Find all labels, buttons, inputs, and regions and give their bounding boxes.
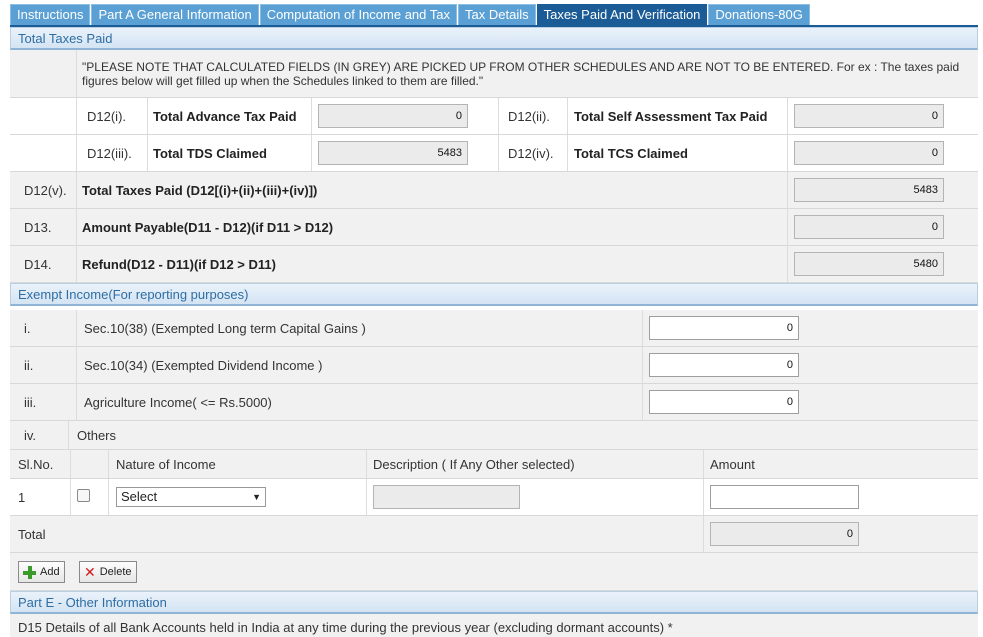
d12iv-label: Total TCS Claimed [574, 145, 688, 161]
exempt-i-code: i. [24, 320, 31, 336]
nature-of-income-select[interactable]: Select ▼ [116, 487, 266, 507]
delete-button[interactable]: ✕ Delete [79, 561, 137, 583]
d12ii-code: D12(ii). [508, 108, 550, 124]
total-taxes-paid-field: 5483 [794, 178, 944, 202]
d12v-row: D12(v). Total Taxes Paid (D12[(i)+(ii)+(… [10, 172, 978, 209]
total-tds-claimed-field: 5483 [318, 141, 468, 165]
d12iii-code: D12(iii). [87, 145, 132, 161]
col-amount: Amount [710, 456, 755, 472]
tab-donations-80g[interactable]: Donations-80G [708, 4, 810, 25]
exempt-row-iii: iii. Agriculture Income( <= Rs.5000) 0 [10, 384, 978, 421]
d12-iii-iv-row: D12(iii). Total TDS Claimed 5483 D12(iv)… [10, 135, 978, 172]
tab-instructions[interactable]: Instructions [10, 4, 91, 25]
d15-row: D15 Details of all Bank Accounts held in… [10, 614, 978, 637]
exempt-i-label: Sec.10(38) (Exempted Long term Capital G… [84, 320, 366, 336]
row-slno: 1 [18, 489, 26, 505]
total-tcs-claimed-field: 0 [794, 141, 944, 165]
delete-label: Delete [99, 566, 132, 578]
agriculture-income-input[interactable]: 0 [649, 390, 799, 414]
exempt-row-i: i. Sec.10(38) (Exempted Long term Capita… [10, 310, 978, 347]
exempt-iii-code: iii. [24, 394, 37, 410]
dropdown-arrow-icon: ▼ [252, 492, 261, 502]
total-label: Total [18, 526, 46, 542]
d14-label: Refund(D12 - D11)(if D12 > D11) [82, 256, 276, 272]
d12iv-code: D12(iv). [508, 145, 554, 161]
amount-input[interactable] [710, 485, 859, 509]
tab-tax-details[interactable]: Tax Details [458, 4, 536, 25]
tab-taxes-paid-and-verification[interactable]: Taxes Paid And Verification [536, 4, 708, 25]
total-row: Total 0 [10, 516, 978, 553]
d15-label: D15 Details of all Bank Accounts held in… [18, 620, 673, 635]
col-description: Description ( If Any Other selected) [373, 456, 575, 472]
calculated-fields-note: "PLEASE NOTE THAT CALCULATED FIELDS (IN … [82, 59, 960, 88]
tab-computation-of-income-and-tax[interactable]: Computation of Income and Tax [259, 4, 458, 25]
note-row: "PLEASE NOTE THAT CALCULATED FIELDS (IN … [10, 50, 978, 98]
tab-bar: Instructions Part A General Information … [10, 4, 811, 25]
d12-i-ii-row: D12(i). Total Advance Tax Paid 0 D12(ii)… [10, 98, 978, 135]
d12i-code: D12(i). [87, 108, 127, 124]
amount-payable-field: 0 [794, 215, 944, 239]
nature-of-income-selected: Select [121, 489, 158, 504]
others-label: Others [77, 427, 117, 443]
part-e-header: Part E - Other Information [10, 591, 978, 614]
col-slno: Sl.No. [18, 456, 54, 472]
d12iii-label: Total TDS Claimed [153, 145, 267, 161]
exempted-ltcg-input[interactable]: 0 [649, 316, 799, 340]
tab-part-a-general-information[interactable]: Part A General Information [91, 4, 259, 25]
total-field: 0 [710, 522, 859, 546]
row-select-checkbox[interactable] [77, 489, 90, 502]
exempt-income-header: Exempt Income(For reporting purposes) [10, 283, 978, 306]
exempted-dividend-input[interactable]: 0 [649, 353, 799, 377]
others-code: iv. [24, 427, 37, 443]
delete-x-icon: ✕ [84, 564, 96, 580]
d13-code: D13. [24, 219, 52, 235]
exempt-ii-code: ii. [24, 357, 34, 373]
others-row: iv. Others [10, 421, 978, 450]
add-button[interactable]: Add [18, 561, 65, 583]
d12v-code: D12(v). [24, 182, 67, 198]
d13-label: Amount Payable(D11 - D12)(if D11 > D12) [82, 219, 334, 235]
add-label: Add [40, 566, 60, 578]
action-buttons-row: Add ✕ Delete [10, 553, 978, 591]
d14-row: D14. Refund(D12 - D11)(if D12 > D11) 548… [10, 246, 978, 283]
total-taxes-paid-header: Total Taxes Paid [10, 27, 978, 50]
col-nature-of-income: Nature of Income [116, 456, 216, 472]
d14-code: D14. [24, 256, 52, 272]
total-self-assessment-tax-field: 0 [794, 104, 944, 128]
d12ii-label: Total Self Assessment Tax Paid [574, 108, 768, 124]
d12v-label: Total Taxes Paid (D12[(i)+(ii)+(iii)+(iv… [82, 182, 318, 198]
exempt-ii-label: Sec.10(34) (Exempted Dividend Income ) [84, 357, 323, 373]
exempt-iii-label: Agriculture Income( <= Rs.5000) [84, 394, 272, 410]
d12i-label: Total Advance Tax Paid [153, 108, 297, 124]
others-table-row: 1 Select ▼ [10, 479, 978, 516]
description-field [373, 485, 520, 509]
others-table-header: Sl.No. Nature of Income Description ( If… [10, 450, 978, 479]
d13-row: D13. Amount Payable(D11 - D12)(if D11 > … [10, 209, 978, 246]
exempt-row-ii: ii. Sec.10(34) (Exempted Dividend Income… [10, 347, 978, 384]
total-advance-tax-paid-field: 0 [318, 104, 468, 128]
refund-field: 5480 [794, 252, 944, 276]
plus-icon [23, 565, 36, 579]
